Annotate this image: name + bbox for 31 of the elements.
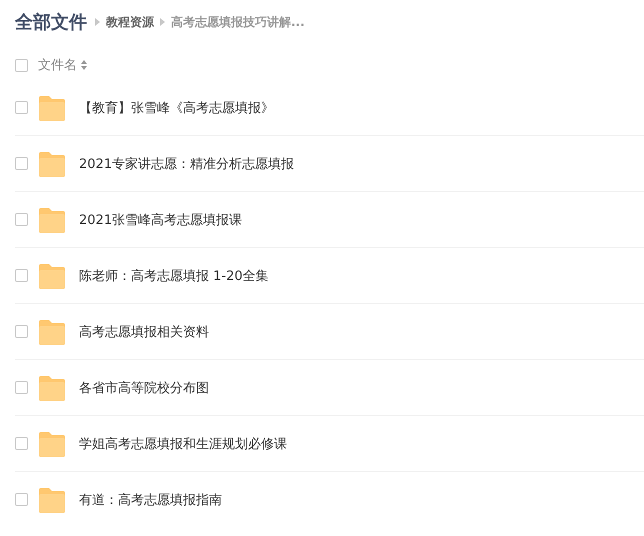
folder-icon [38,150,66,178]
folder-name[interactable]: 高考志愿填报相关资料 [79,322,209,340]
folder-name[interactable]: 陈老师：高考志愿填报 1-20全集 [79,266,269,284]
folder-icon [38,262,66,290]
row-checkbox[interactable] [15,437,28,450]
sort-icon[interactable] [81,60,87,70]
row-checkbox[interactable] [15,381,28,394]
folder-icon [38,94,66,122]
folder-name[interactable]: 学姐高考志愿填报和生涯规划必修课 [79,434,287,452]
folder-icon [38,430,66,458]
row-checkbox[interactable] [15,157,28,170]
folder-name[interactable]: 【教育】张雪峰《高考志愿填报》 [79,98,274,116]
select-all-checkbox[interactable] [15,58,28,72]
breadcrumb-separator-icon [95,18,100,26]
breadcrumb-link[interactable]: 教程资源 [106,14,154,30]
breadcrumb-root-link[interactable]: 全部文件 [15,10,87,34]
row-checkbox[interactable] [15,493,28,506]
folder-icon [38,486,66,514]
folder-name[interactable]: 有道：高考志愿填报指南 [79,490,222,508]
row-checkbox[interactable] [15,269,28,282]
column-header[interactable]: 文件名 [38,56,77,74]
folder-name[interactable]: 2021专家讲志愿：精准分析志愿填报 [79,154,294,172]
row-checkbox[interactable] [15,325,28,338]
row-checkbox[interactable] [15,213,28,226]
breadcrumb-separator-icon [160,18,165,26]
row-checkbox[interactable] [15,101,28,114]
folder-name[interactable]: 各省市高等院校分布图 [79,378,209,396]
folder-icon [38,374,66,402]
folder-name[interactable]: 2021张雪峰高考志愿填报课 [79,210,242,228]
folder-icon [38,206,66,234]
folder-icon [38,318,66,346]
